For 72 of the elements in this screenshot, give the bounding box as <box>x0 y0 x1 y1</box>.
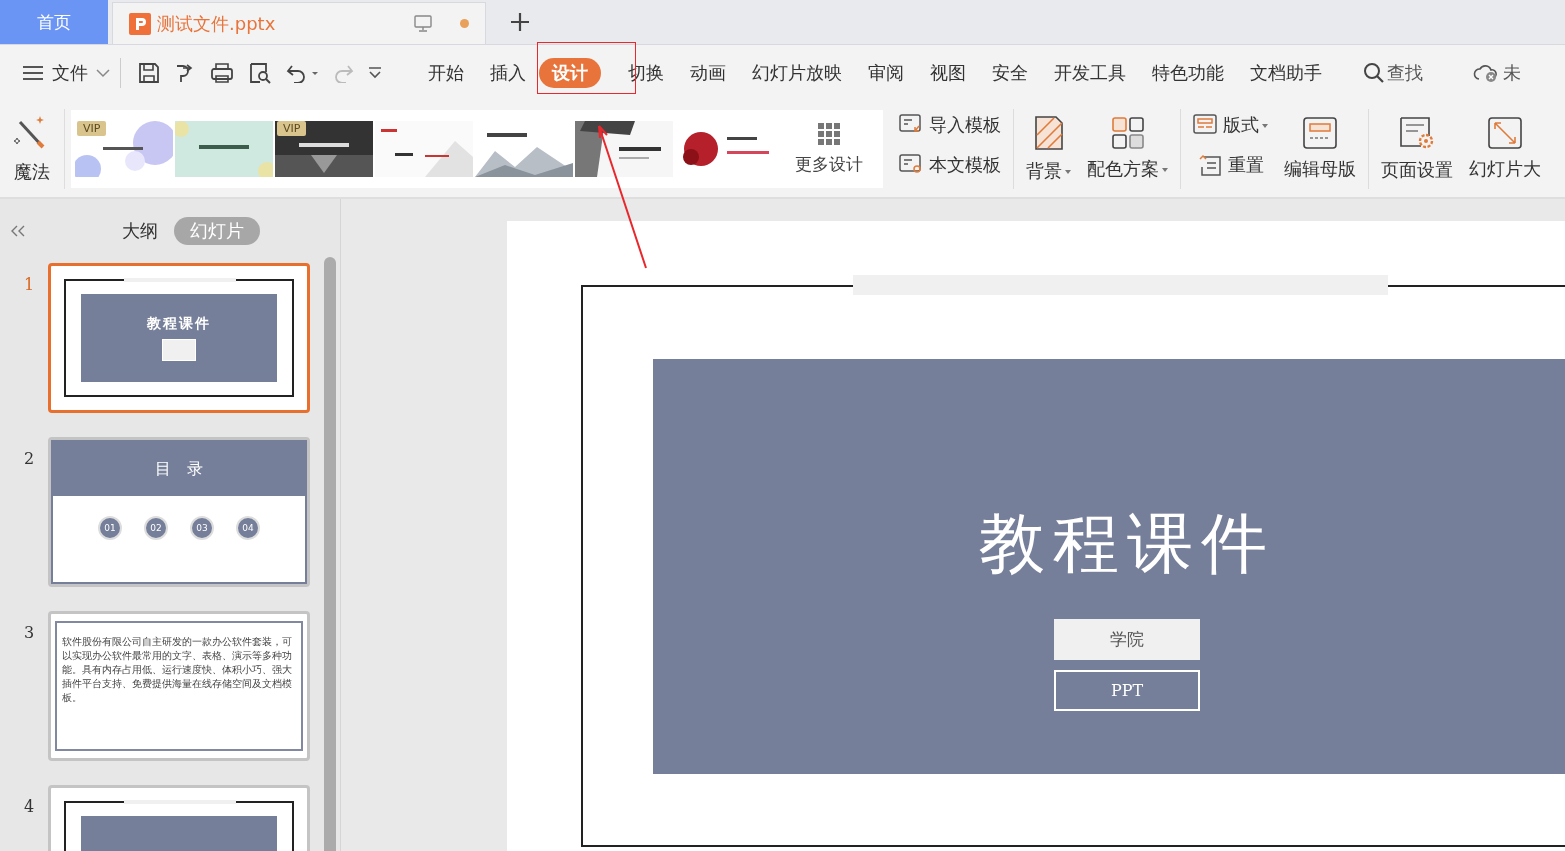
toc-number: 02 <box>144 516 168 540</box>
file-menu[interactable]: 文件 <box>22 61 110 85</box>
collapse-panel-icon[interactable] <box>10 225 26 237</box>
grid-icon <box>818 122 840 145</box>
print-icon[interactable] <box>210 62 234 84</box>
ribbon-tab[interactable]: 插入 <box>477 58 539 88</box>
magic-button[interactable]: 魔法 <box>12 109 65 189</box>
doc-button[interactable]: 本文模板 <box>891 145 1009 185</box>
menu-icon <box>22 65 44 81</box>
print-preview-icon[interactable] <box>248 62 272 84</box>
background-icon <box>1033 115 1064 151</box>
pagesetup-button[interactable]: 页面设置 <box>1373 105 1461 193</box>
slide-master-icon <box>1303 117 1337 149</box>
reset-icon <box>1197 154 1222 176</box>
slide-number: 3 <box>24 623 36 644</box>
subtitle-placeholder <box>162 339 196 361</box>
ribbon-tab[interactable]: 审阅 <box>855 58 917 88</box>
slide-thumbnail[interactable]: 软件股份有限公司自主研发的一款办公软件套装，可以实现办公软件最常用的文字、表格、演示等多种功能。具有内存占用低、运行速度快、体积小巧、强大插件平台支持、免费提供海量在线存储空间及文档模板。 <box>48 611 310 761</box>
save-icon[interactable] <box>138 62 160 84</box>
vip-badge: VIP <box>77 121 107 136</box>
caret-icon <box>1065 170 1071 174</box>
slide-thumbnail[interactable]: 教程课件 <box>48 263 310 413</box>
color-scheme-icon <box>1111 117 1144 149</box>
ribbon-tab[interactable]: 特色功能 <box>1139 58 1237 88</box>
scrollbar[interactable] <box>324 257 336 851</box>
size-button[interactable]: 幻灯片大 <box>1461 105 1549 193</box>
unsaved-dot <box>460 19 469 28</box>
search-icon <box>1363 62 1385 84</box>
chevron-down-icon <box>96 68 110 78</box>
layout-icon <box>1193 114 1217 136</box>
slide-size-icon <box>1488 117 1522 149</box>
toc-number: 04 <box>236 516 260 540</box>
document-title: 测试文件.pptx <box>157 11 277 36</box>
customize-icon[interactable] <box>368 67 382 79</box>
palette-button[interactable]: 配色方案 <box>1079 105 1176 193</box>
master-button[interactable]: 编辑母版 <box>1276 105 1364 193</box>
toc-number: 03 <box>190 516 214 540</box>
layout-button[interactable]: 版式 <box>1185 105 1276 145</box>
slide-number: 2 <box>24 449 36 470</box>
template-badge-icon <box>899 154 923 176</box>
ribbon-tab[interactable]: 文档助手 <box>1237 58 1335 88</box>
import-button[interactable]: 导入模板 <box>891 105 1009 145</box>
slide-number: 1 <box>24 275 36 296</box>
ribbon-tab[interactable]: 安全 <box>979 58 1041 88</box>
background-button[interactable]: 背景 <box>1018 105 1079 193</box>
slide-title: 目 录 <box>155 458 203 480</box>
view-toggle[interactable]: 大纲 <box>106 217 174 245</box>
subtitle-box: 学院 <box>1054 619 1200 660</box>
ribbon-tab[interactable]: 动画 <box>677 58 739 88</box>
ribbon-tab[interactable]: 开始 <box>415 58 477 88</box>
ribbon-tab[interactable]: 视图 <box>917 58 979 88</box>
slide-body-text: 软件股份有限公司自主研发的一款办公软件套装，可以实现办公软件最常用的文字、表格、演示等多种功能。具有内存占用低、运行速度快、体积小巧、强大插件平台支持、免费提供海量在线存储空间及文档模板。 <box>62 635 293 705</box>
toc-number: 01 <box>98 516 122 540</box>
presentation-file-icon <box>129 12 151 35</box>
page-setup-icon <box>1399 116 1435 150</box>
more-designs-button[interactable]: 更多设计 <box>775 122 879 176</box>
undo-icon[interactable] <box>286 63 320 83</box>
caret-icon <box>1262 124 1268 128</box>
tag-box: PPT <box>1054 670 1200 711</box>
slide-number: 4 <box>24 797 36 818</box>
cloud-icon <box>1473 63 1499 83</box>
slide-title: 教程课件 <box>147 315 211 333</box>
ribbon-tab[interactable]: 幻灯片放映 <box>739 58 855 88</box>
reset-button[interactable]: 重置 <box>1189 145 1272 185</box>
new-tab-icon[interactable] <box>510 12 530 32</box>
sync-status-button[interactable]: 未 <box>1473 61 1521 85</box>
slide-title: 教程课件 <box>979 504 1275 584</box>
vip-badge: VIP <box>277 121 307 136</box>
search-button[interactable]: 查找 <box>1363 61 1423 85</box>
slide-thumbnail[interactable]: 目 录 01 02 03 04 <box>48 437 310 587</box>
ribbon-tab[interactable]: 开发工具 <box>1041 58 1139 88</box>
caret-icon <box>1162 168 1168 172</box>
